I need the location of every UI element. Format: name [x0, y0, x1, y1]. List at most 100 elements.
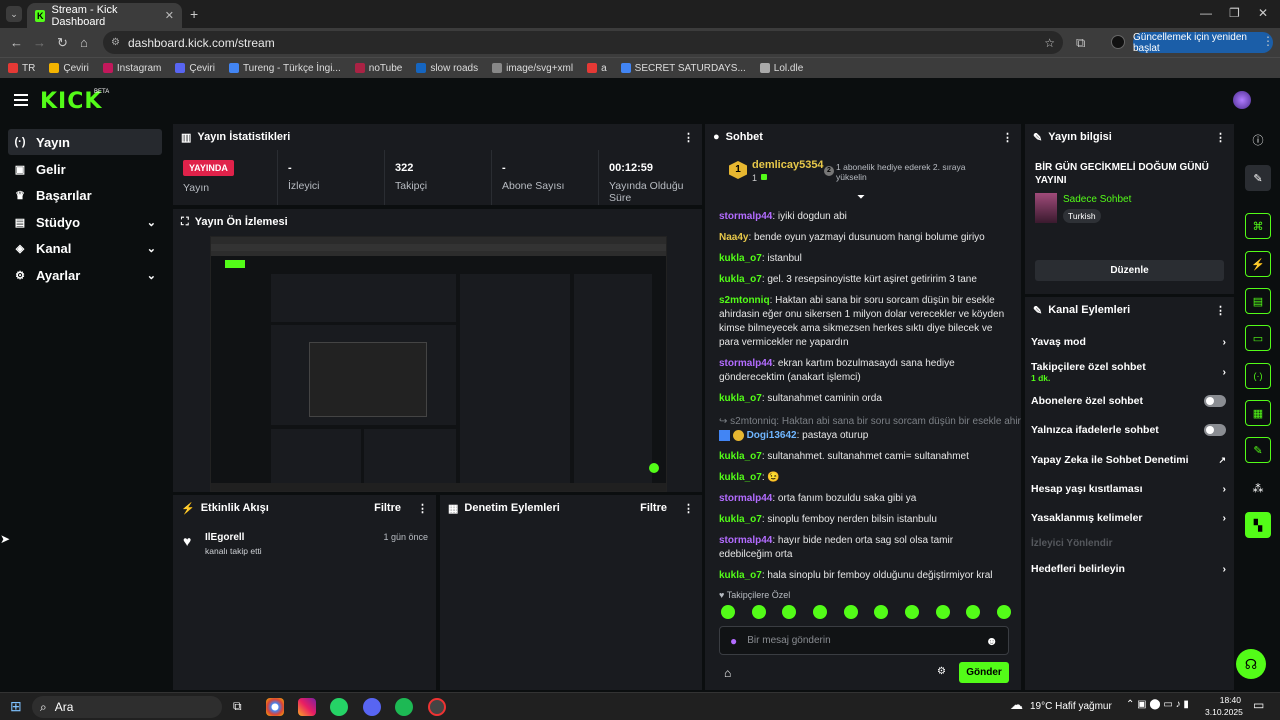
chat-username[interactable]: Dogi13642 [747, 430, 797, 441]
collapse-icon[interactable]: ⏷ [857, 192, 865, 203]
bookmark-item[interactable]: Çeviri [175, 63, 215, 74]
new-tab-icon[interactable]: + [190, 6, 198, 22]
tray-icons[interactable]: ⌃ ▣ ⬤ ▭ ♪ ▮ [1126, 699, 1189, 710]
sidebar-item-gelir[interactable]: ▣ Gelir [8, 156, 162, 182]
emote-icon[interactable] [996, 605, 1011, 619]
browser-tab[interactable]: K Stream - Kick Dashboard ✕ [27, 3, 182, 28]
microphone-icon[interactable]: ● [730, 634, 737, 648]
windows-start-icon[interactable]: ⊞ [10, 698, 22, 715]
chat-username[interactable]: s2mtonniq [719, 295, 770, 306]
emoji-icon[interactable]: ☻ [985, 634, 998, 648]
more-options-icon[interactable]: ⋮ [683, 502, 694, 515]
discord-icon[interactable] [363, 698, 381, 716]
broadcast-icon[interactable]: (·) [1245, 363, 1271, 389]
wrench-icon[interactable]: ✎ [1245, 437, 1271, 463]
send-button[interactable]: Gönder [959, 662, 1009, 683]
emote-icon[interactable] [812, 605, 827, 619]
whatsapp-icon[interactable] [330, 698, 348, 716]
home-icon[interactable]: ⌂ [80, 35, 88, 50]
obs-icon[interactable] [428, 698, 446, 716]
more-options-icon[interactable]: ⋮ [1215, 304, 1226, 317]
maximize-icon[interactable]: ❐ [1229, 6, 1240, 20]
minimize-icon[interactable]: — [1200, 6, 1212, 20]
emote-icon[interactable] [966, 605, 981, 619]
emote-icon[interactable] [935, 605, 950, 619]
sidebar-item-ayarlar[interactable]: ⚙ Ayarlar ⌄ [8, 262, 162, 288]
bookmark-item[interactable]: slow roads [416, 63, 478, 74]
sidebar-item-yayin[interactable]: (·) Yayın [8, 129, 162, 155]
emote-icon[interactable] [904, 605, 919, 619]
chat-username[interactable]: kukla_o7 [719, 451, 762, 462]
chat-input[interactable]: ● Bir mesaj gönderin ☻ [719, 626, 1009, 655]
set-goals-row[interactable]: Hedefleri belirleyin › [1031, 563, 1226, 575]
bookmark-item[interactable]: noTube [354, 63, 402, 74]
banned-words-row[interactable]: Yasaklanmış kelimeler › [1031, 512, 1226, 524]
more-options-icon[interactable]: ⋮ [417, 502, 428, 515]
chrome-icon[interactable] [266, 698, 284, 716]
chat-username[interactable]: stormalp44 [719, 535, 772, 546]
layout-icon[interactable]: ▦ [1245, 400, 1271, 426]
chat-username[interactable]: kukla_o7 [719, 274, 762, 285]
back-icon[interactable]: ← [10, 35, 23, 50]
bookmark-item[interactable]: Tureng - Türkçe İngi... [228, 63, 341, 74]
emote-icon[interactable] [721, 605, 735, 619]
bookmark-item[interactable]: TR [8, 63, 35, 74]
chat-username[interactable]: stormalp44 [719, 211, 772, 222]
chat-username[interactable]: kukla_o7 [719, 514, 762, 525]
update-button[interactable]: Güncellemek için yeniden başlat [1133, 32, 1273, 54]
gift-shop-icon[interactable]: ⌂ [724, 666, 731, 680]
menu-icon[interactable] [14, 94, 28, 106]
emote-icon[interactable] [843, 605, 858, 619]
chat-username[interactable]: kukla_o7 [719, 472, 762, 483]
bookmark-item[interactable]: a [587, 63, 607, 74]
instagram-icon[interactable] [298, 698, 316, 716]
filter-button[interactable]: Filtre [640, 502, 667, 514]
taskbar-search[interactable]: ⌕ Ara [32, 696, 222, 718]
extensions-icon[interactable]: ⧉ [1076, 35, 1085, 51]
sidebar-item-studyo[interactable]: ▤ Stüdyo ⌄ [8, 209, 162, 235]
bookmark-item[interactable]: Çeviri [49, 63, 89, 74]
more-options-icon[interactable]: ⋮ [683, 131, 694, 144]
chat-bubble-icon[interactable]: ▭ [1245, 325, 1271, 351]
chat-username[interactable]: kukla_o7 [719, 253, 762, 264]
site-info-icon[interactable]: ⚙ [111, 37, 120, 48]
chat-username[interactable]: stormalp44 [719, 493, 772, 504]
more-options-icon[interactable]: ⋮ [1215, 131, 1226, 144]
edit-button[interactable]: Düzenle [1035, 260, 1224, 281]
url-field[interactable]: ⚙ dashboard.kick.com/stream ☆ [103, 31, 1063, 54]
subs-only-row[interactable]: Abonelere özel sohbet [1031, 395, 1226, 407]
bookmark-item[interactable]: image/svg+xml [492, 63, 573, 74]
profile-avatar[interactable] [1111, 35, 1125, 49]
reload-icon[interactable]: ↻ [57, 35, 68, 51]
more-options-icon[interactable]: ⋮ [1002, 131, 1013, 144]
nodes-icon[interactable]: ⁂ [1245, 475, 1271, 501]
bookmark-star-icon[interactable]: ☆ [1044, 36, 1055, 50]
weather-text[interactable]: 19°C Hafif yağmur [1030, 701, 1112, 712]
document-icon[interactable]: ▤ [1245, 288, 1271, 314]
category-name[interactable]: Sadece Sohbet [1063, 194, 1131, 205]
info-icon[interactable]: ⓘ [1245, 127, 1271, 153]
forward-icon[interactable]: → [33, 35, 46, 50]
tab-list-icon[interactable]: ⌄ [6, 6, 22, 22]
chat-settings-icon[interactable]: ⚙ [937, 666, 946, 677]
chat-username[interactable]: kukla_o7 [719, 393, 762, 404]
clapper-icon[interactable]: ▚ [1245, 512, 1271, 538]
chat-username[interactable]: Naa4y [719, 232, 748, 243]
sidebar-item-kanal[interactable]: ◈ Kanal ⌄ [8, 235, 162, 261]
emote-icon[interactable] [874, 605, 889, 619]
task-view-icon[interactable]: ⧉ [233, 699, 242, 714]
clip-icon[interactable]: ⌘ [1245, 213, 1271, 239]
window-close-icon[interactable]: ✕ [1258, 6, 1268, 20]
ai-moderation-row[interactable]: Yapay Zeka ile Sohbet Denetimi ↗ [1031, 454, 1226, 466]
chat-username[interactable]: kukla_o7 [719, 570, 762, 581]
emote-icon[interactable] [751, 605, 766, 619]
slow-mode-row[interactable]: Yavaş mod › [1031, 336, 1226, 348]
activity-user[interactable]: IlEgorell [205, 532, 244, 543]
emotes-only-toggle[interactable] [1204, 424, 1226, 436]
account-age-row[interactable]: Hesap yaşı kısıtlaması › [1031, 483, 1226, 495]
emotes-only-row[interactable]: Yalnızca ifadelerle sohbet [1031, 424, 1226, 436]
emote-icon[interactable] [782, 605, 797, 619]
filter-button[interactable]: Filtre [374, 502, 401, 514]
sidebar-item-basarilar[interactable]: ♛ Başarılar [8, 182, 162, 208]
chat-username[interactable]: stormalp44 [719, 358, 772, 369]
